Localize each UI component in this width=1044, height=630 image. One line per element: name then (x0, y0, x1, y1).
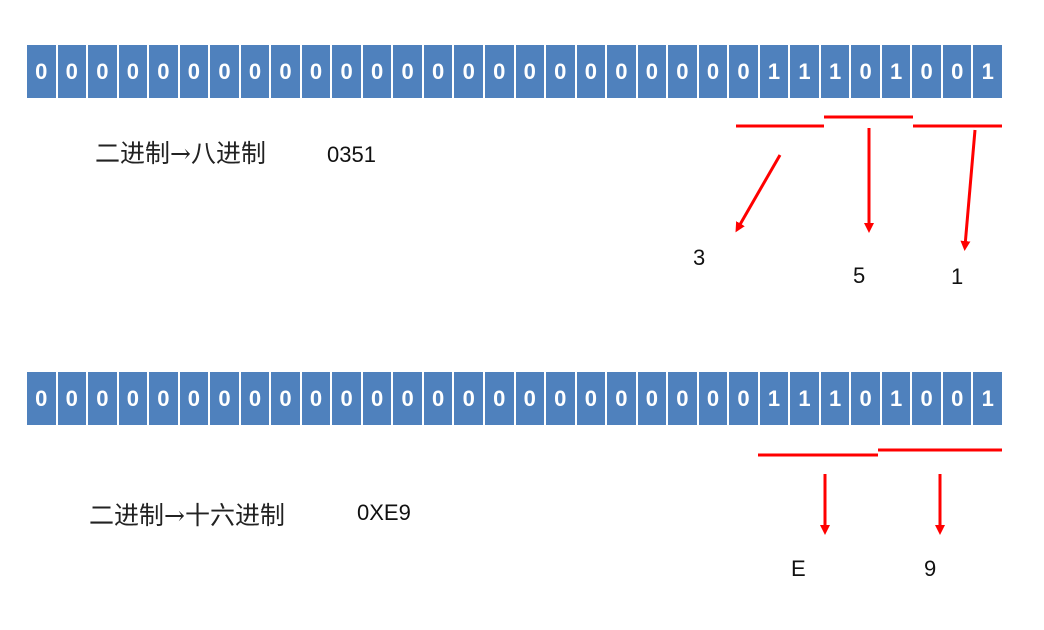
octal-digit-3: 1 (951, 264, 964, 289)
octal-digit-2: 5 (853, 263, 866, 288)
hex-digit-2: 9 (924, 556, 937, 581)
hex-digit-1: E (791, 556, 806, 581)
grouping-arrows (735, 115, 1002, 535)
octal-arrow-3 (960, 129, 977, 251)
octal-arrow-1 (735, 154, 782, 233)
octal-digit-1: 3 (693, 245, 706, 270)
